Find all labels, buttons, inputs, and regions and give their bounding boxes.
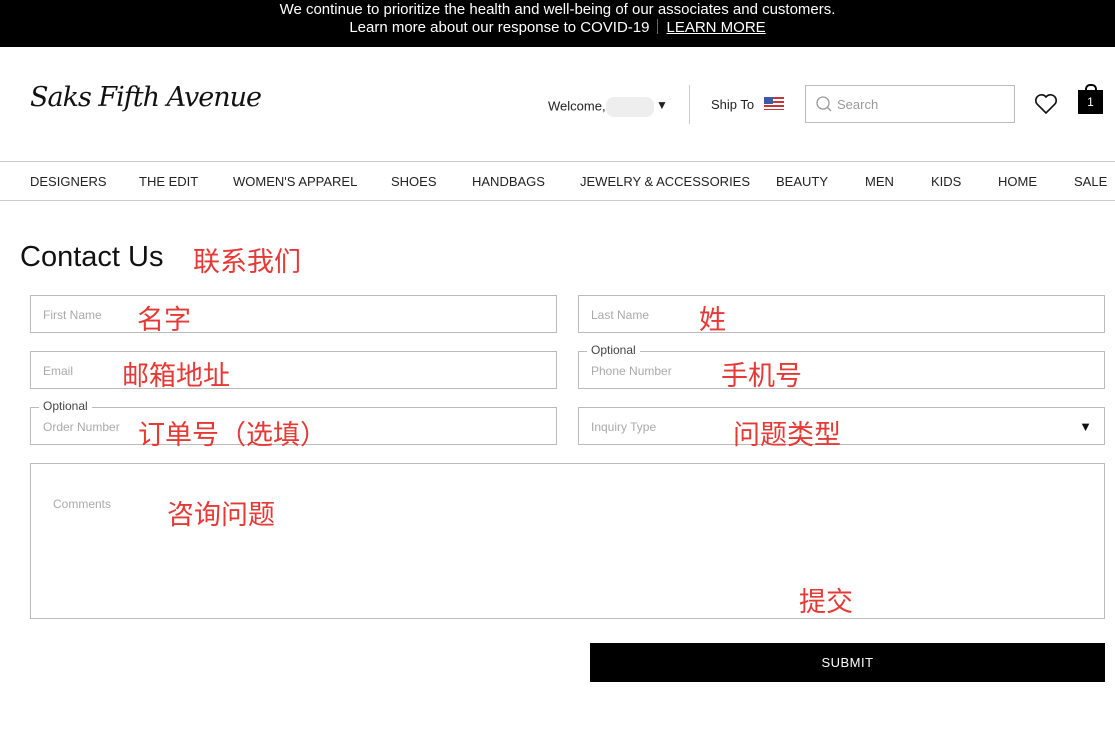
dropdown-arrow-icon: ▼ [1079,419,1092,434]
learn-more-link[interactable]: LEARN MORE [666,19,765,36]
inquiry-type-select[interactable]: Inquiry Type ▼ [578,407,1105,445]
covid-banner: We continue to prioritize the health and… [0,0,1115,47]
banner-line-1: We continue to prioritize the health and… [279,1,836,18]
phone-optional-label: Optional [587,343,640,357]
banner-line-2: Learn more about our response to COVID-1… [349,19,650,36]
comments-placeholder: Comments [53,497,112,511]
divider [657,19,659,34]
submit-button[interactable]: SUBMIT [590,643,1105,682]
nav-sale[interactable]: SALE [1074,174,1107,189]
nav-beauty[interactable]: BEAUTY [776,174,828,189]
order-placeholder: Order Number [43,420,120,434]
first-name-annotation: 名字 [137,305,191,336]
nav-kids[interactable]: KIDS [931,174,961,189]
order-annotation: 订单号（选填） [138,420,327,451]
search-icon [816,96,832,112]
ship-to-label[interactable]: Ship To [711,97,754,112]
email-field[interactable]: Email [30,351,557,389]
phone-placeholder: Phone Number [591,364,672,378]
logo[interactable]: Saks Fifth Avenue [30,82,262,113]
us-flag-icon[interactable] [764,97,784,110]
first-name-field[interactable]: First Name [30,295,557,333]
nav-jewelry[interactable]: JEWELRY & ACCESSORIES [580,174,750,189]
inquiry-annotation: 问题类型 [733,420,841,451]
last-name-annotation: 姓 [699,305,726,336]
phone-field[interactable]: Optional Phone Number [578,343,1105,389]
order-optional-label: Optional [39,399,92,413]
comments-annotation: 咨询问题 [167,500,275,531]
email-placeholder: Email [43,364,74,378]
first-name-placeholder: First Name [43,308,102,322]
last-name-field[interactable]: Last Name [578,295,1105,333]
bag-count: 1 [1087,95,1094,109]
main-nav: DESIGNERS THE EDIT WOMEN'S APPAREL SHOES… [0,161,1115,201]
nav-the-edit[interactable]: THE EDIT [139,174,198,189]
phone-annotation: 手机号 [721,361,802,392]
page-title: Contact Us [20,241,164,273]
divider [689,85,690,124]
inquiry-placeholder: Inquiry Type [591,420,657,434]
nav-shoes[interactable]: SHOES [391,174,437,189]
last-name-placeholder: Last Name [591,308,650,322]
nav-handbags[interactable]: HANDBAGS [472,174,545,189]
title-annotation: 联系我们 [193,247,301,278]
heart-icon[interactable] [1034,93,1058,115]
nav-womens-apparel[interactable]: WOMEN'S APPAREL [233,174,357,189]
shopping-bag-icon[interactable]: 1 [1078,84,1103,114]
search-input[interactable]: Search [805,85,1015,123]
chevron-down-icon[interactable]: ▼ [656,98,668,112]
nav-men[interactable]: MEN [865,174,894,189]
email-annotation: 邮箱地址 [122,361,230,392]
blurred-username [605,97,654,117]
welcome-menu[interactable]: Welcome, [548,97,654,117]
submit-annotation: 提交 [799,587,853,618]
nav-home[interactable]: HOME [998,174,1037,189]
welcome-label: Welcome, [548,98,606,114]
comments-textarea[interactable]: Comments [30,463,1105,619]
nav-designers[interactable]: DESIGNERS [30,174,107,189]
search-placeholder: Search [837,96,879,112]
